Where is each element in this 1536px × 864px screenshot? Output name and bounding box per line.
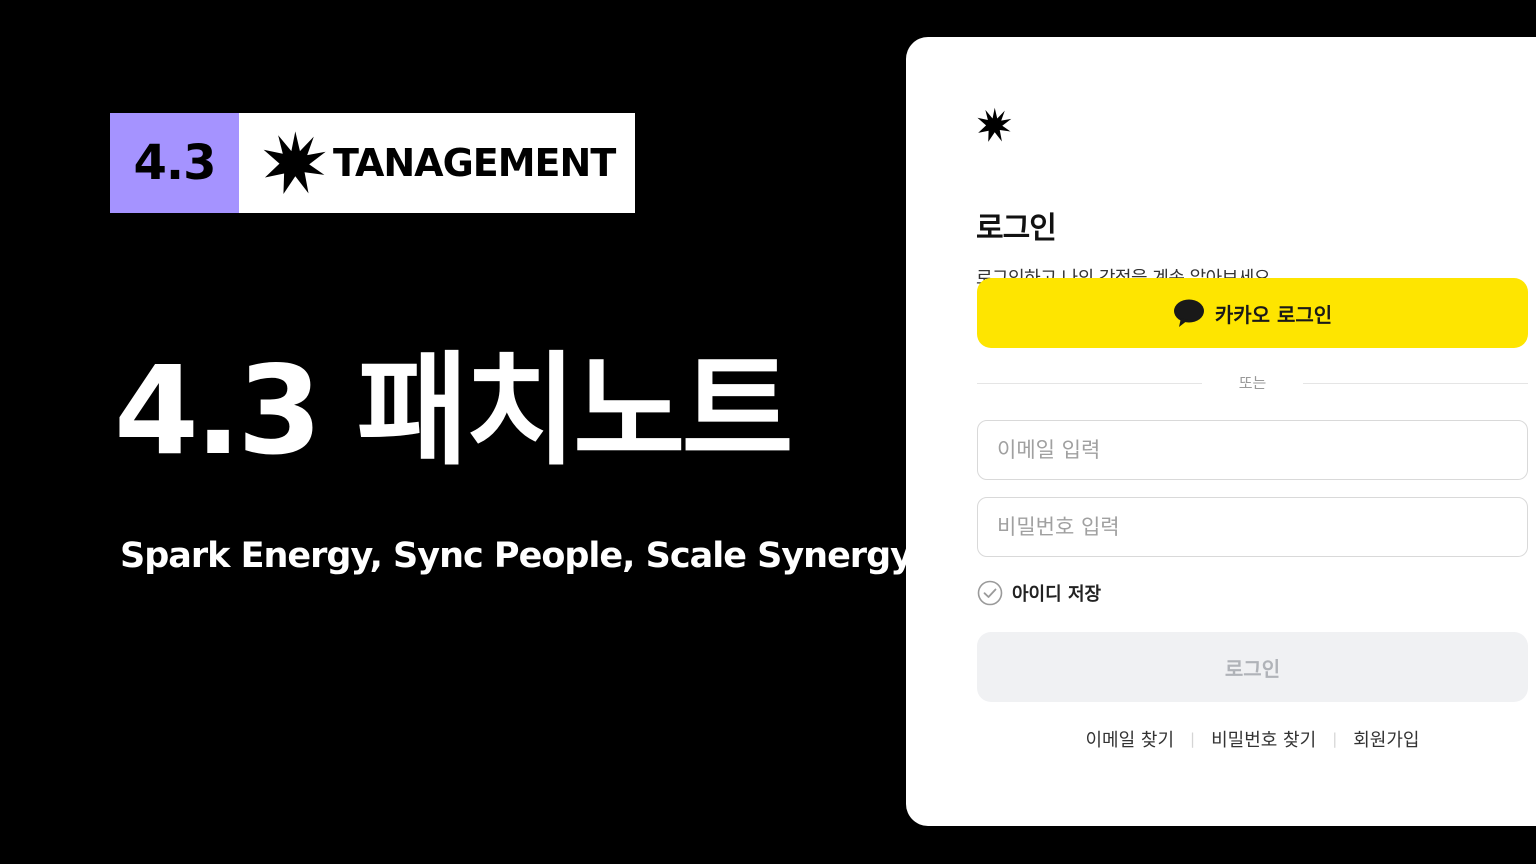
spark-star-icon bbox=[263, 131, 326, 195]
find-email-link[interactable]: 이메일 찾기 bbox=[1086, 726, 1175, 752]
link-separator: | bbox=[1190, 730, 1196, 748]
kakao-login-button[interactable]: 카카오 로그인 bbox=[977, 278, 1528, 348]
hero-subtitle: Spark Energy, Sync People, Scale Synergy bbox=[120, 536, 913, 576]
brand-name: TANAGEMENT bbox=[333, 141, 616, 185]
login-button[interactable]: 로그인 bbox=[977, 632, 1528, 702]
login-title: 로그인 bbox=[976, 211, 1057, 246]
login-panel: 로그인 로그인하고 나의 강점을 계속 알아보세요 카카오 로그인 또는 아이디… bbox=[906, 37, 1536, 826]
remember-id-checkbox[interactable]: 아이디 저장 bbox=[977, 580, 1101, 606]
email-input[interactable] bbox=[978, 421, 1527, 479]
remember-id-label: 아이디 저장 bbox=[1012, 584, 1102, 605]
signup-link[interactable]: 회원가입 bbox=[1353, 726, 1419, 752]
divider-line-right bbox=[1303, 383, 1528, 384]
spark-star-icon bbox=[977, 107, 1012, 142]
chat-bubble-icon bbox=[1173, 299, 1204, 327]
check-circle-icon bbox=[977, 580, 1003, 606]
find-password-link[interactable]: 비밀번호 찾기 bbox=[1211, 726, 1316, 752]
email-field-wrapper bbox=[977, 420, 1528, 480]
or-divider: 또는 bbox=[977, 372, 1528, 396]
account-links: 이메일 찾기 | 비밀번호 찾기 | 회원가입 bbox=[977, 726, 1528, 752]
version-badge: 4.3 TANAGEMENT bbox=[110, 113, 635, 213]
hero-title: 4.3 패치노트 bbox=[114, 340, 794, 482]
password-field-wrapper bbox=[977, 497, 1528, 557]
link-separator: | bbox=[1332, 730, 1338, 748]
password-input[interactable] bbox=[978, 498, 1527, 556]
brand-logo: TANAGEMENT bbox=[239, 113, 635, 213]
kakao-login-label: 카카오 로그인 bbox=[1214, 302, 1333, 327]
badge-version: 4.3 bbox=[110, 113, 239, 213]
